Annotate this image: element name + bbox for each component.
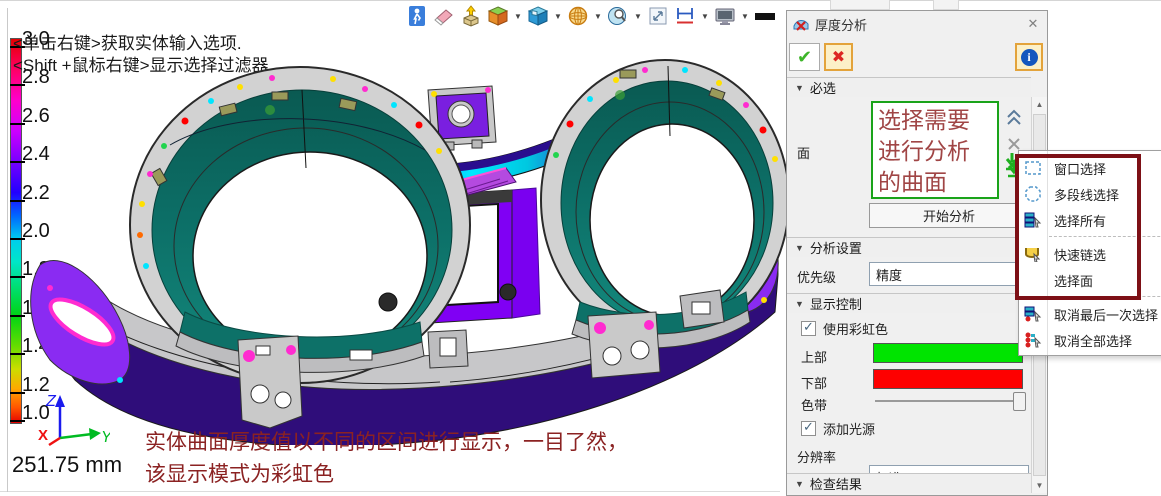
scroll-down-icon[interactable]: ▼ <box>1032 478 1047 493</box>
section-check-results[interactable]: ▼ 检查结果 <box>787 473 1031 493</box>
panel-close-icon[interactable]: ✕ <box>1025 16 1041 32</box>
window-select-icon <box>1019 161 1047 175</box>
coordinate-triad: Z Y X <box>38 390 110 448</box>
measure-dropdown-caret[interactable]: ▼ <box>700 4 710 28</box>
scroll-up-icon[interactable]: ▲ <box>1032 97 1047 112</box>
resolution-label: 分辨率 <box>797 447 836 466</box>
priority-value: 精度 <box>876 265 902 284</box>
rainbow-checkbox[interactable] <box>801 321 816 336</box>
priority-dropdown[interactable]: 精度 ▼ <box>869 262 1029 286</box>
menu-item-quick-chain[interactable]: 快速链选 <box>1019 241 1161 267</box>
menu-item-cancel-all[interactable]: 取消全部选择 <box>1019 327 1161 353</box>
thickness-analysis-icon <box>793 16 809 32</box>
annotation-line-2: 该显示模式为彩虹色 <box>145 458 334 488</box>
menu-item-select-face[interactable]: 选择面 <box>1019 267 1161 293</box>
fit-window-icon[interactable] <box>646 4 670 28</box>
band-label: 色带 <box>801 395 827 414</box>
exit-demo-icon[interactable] <box>405 4 429 28</box>
cancel-button[interactable]: ✖ <box>824 43 853 71</box>
z-axis-label: Z <box>45 393 57 410</box>
panel-title-bar: 厚度分析 <box>787 11 1047 37</box>
eraser-icon[interactable] <box>432 4 456 28</box>
section-display-control[interactable]: ▼ 显示控制 <box>787 293 1031 313</box>
wireframe-dropdown-caret[interactable]: ▼ <box>593 4 603 28</box>
apply-button[interactable]: ✔ <box>789 43 820 71</box>
upper-color-swatch[interactable] <box>873 343 1023 363</box>
menu-separator <box>1049 236 1161 237</box>
light-checkbox-label: 添加光源 <box>823 419 875 438</box>
menu-item-window-select[interactable]: 窗口选择 <box>1019 155 1161 181</box>
measure-distance-icon[interactable] <box>673 4 697 28</box>
display-monitor-icon[interactable] <box>713 4 737 28</box>
monitor-dropdown-caret[interactable]: ▼ <box>740 4 750 28</box>
lower-label: 下部 <box>801 373 827 392</box>
zoom-dropdown-caret[interactable]: ▼ <box>633 4 643 28</box>
window-bottom-edge <box>0 491 780 492</box>
info-button[interactable]: i <box>1015 43 1043 71</box>
section-analysis-settings[interactable]: ▼ 分析设置 <box>787 237 1031 257</box>
select-all-icon <box>1019 212 1047 228</box>
light-checkbox[interactable] <box>801 421 816 436</box>
menu-item-polyline-select[interactable]: 多段线选择 <box>1019 181 1161 207</box>
rainbow-checkbox-label: 使用彩虹色 <box>823 319 888 338</box>
face-label: 面 <box>797 143 810 162</box>
model-3d-viewport[interactable] <box>20 50 790 445</box>
y-axis-label: Y <box>101 429 110 446</box>
section-required-label: 必选 <box>810 78 836 97</box>
x-axis-label: X <box>38 427 48 444</box>
dock-tab[interactable] <box>830 0 890 10</box>
section-required[interactable]: ▼ 必选 <box>787 77 1031 97</box>
menu-separator <box>1049 296 1161 297</box>
menu-item-select-all[interactable]: 选择所有 <box>1019 207 1161 233</box>
face-selection-annotation: 选择需要 进行分析 的曲面 <box>871 101 999 199</box>
measurement-readout: 251.75 mm <box>12 452 122 478</box>
viewport-left-edge <box>7 8 8 492</box>
quick-chain-icon <box>1019 246 1047 262</box>
priority-label: 优先级 <box>797 267 836 286</box>
view-style-cube-icon[interactable] <box>526 4 550 28</box>
dock-tab-small[interactable] <box>933 0 959 10</box>
cancel-all-icon <box>1019 332 1047 348</box>
polyline-select-icon <box>1019 186 1047 202</box>
lower-color-swatch[interactable] <box>873 369 1023 389</box>
band-slider-handle[interactable] <box>1013 392 1026 411</box>
solid-cube-icon[interactable] <box>486 4 510 28</box>
panel-title: 厚度分析 <box>815 15 867 34</box>
section-analysis-settings-label: 分析设置 <box>810 238 862 257</box>
window-top-edge <box>0 0 1161 1</box>
view-toolbar: ▼ ▼ ▼ ▼ ▼ ▼ <box>405 3 777 29</box>
screen-bar-icon[interactable] <box>753 4 777 28</box>
section-display-control-label: 显示控制 <box>810 294 862 313</box>
selection-context-menu: 窗口选择 多段线选择 选择所有 快速链选 选择面 取消最后一次选择 取消全部选择 <box>1018 150 1161 356</box>
upper-label: 上部 <box>801 347 827 366</box>
cancel-last-icon <box>1019 306 1047 322</box>
solid-cube-dropdown-caret[interactable]: ▼ <box>513 4 523 28</box>
zoom-search-icon[interactable] <box>606 4 630 28</box>
section-check-results-label: 检查结果 <box>810 474 862 493</box>
thickness-analysis-panel: 厚度分析 ✕ ✔ ✖ i ▼ 必选 面 选择需要 进行分析 的曲面 开始分析 ▼… <box>786 10 1048 496</box>
collapse-chevrons-icon[interactable] <box>1003 107 1025 129</box>
annotation-line-1: 实体曲面厚度值以不同的区间进行显示，一目了然， <box>145 426 628 456</box>
start-analysis-button[interactable]: 开始分析 <box>869 203 1029 228</box>
view-style-dropdown-caret[interactable]: ▼ <box>553 4 563 28</box>
wireframe-sphere-icon[interactable] <box>566 4 590 28</box>
info-icon: i <box>1021 49 1038 66</box>
band-slider-track[interactable] <box>875 400 1023 402</box>
extrude-box-icon[interactable] <box>459 4 483 28</box>
menu-item-cancel-last[interactable]: 取消最后一次选择 <box>1019 301 1161 327</box>
